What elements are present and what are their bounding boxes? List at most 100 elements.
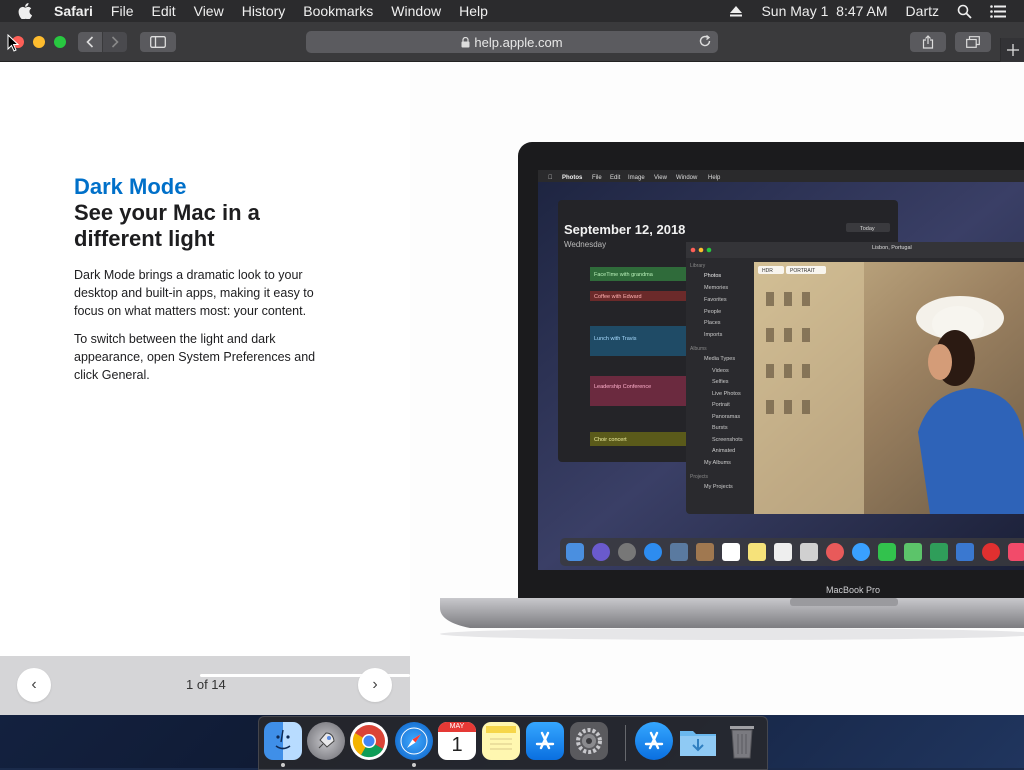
- dock-launchpad[interactable]: [307, 722, 345, 760]
- slide-counter: 1 of 14: [186, 677, 226, 692]
- dock-notes[interactable]: [482, 722, 520, 760]
- dock-finder[interactable]: [264, 722, 302, 760]
- show-sidebar-button[interactable]: [140, 32, 176, 52]
- lock-icon: [461, 36, 470, 48]
- photos-menu-window: Window: [676, 175, 698, 181]
- url-text: help.apple.com: [474, 34, 563, 50]
- apple-menu-icon[interactable]: [18, 3, 38, 19]
- calendar-event-lunch: Lunch with Travis: [594, 336, 637, 342]
- page-content: Dark Mode See your Mac in a different li…: [0, 62, 1024, 715]
- finder-running-indicator: [281, 763, 285, 767]
- menu-safari[interactable]: Safari: [54, 3, 93, 19]
- dock-calendar[interactable]: MAY 1: [438, 722, 476, 760]
- calendar-event-coffee: Coffee with Edward: [594, 294, 642, 300]
- photos-sidebar-projects: Projects: [690, 474, 709, 480]
- photos-menu-view: View: [654, 175, 668, 181]
- rocket-icon: [318, 732, 335, 749]
- new-tab-button[interactable]: [1000, 38, 1024, 62]
- gallery-controls: ‹ 1 of 14 ›: [0, 656, 410, 715]
- article-paragraph-1: Dark Mode brings a dramatic look to your…: [74, 268, 314, 318]
- spotlight-search-icon[interactable]: [957, 4, 972, 19]
- article-text: Dark Mode See your Mac in a different li…: [74, 174, 334, 384]
- photos-menu-help: Help: [708, 175, 721, 181]
- tabs-overview-icon: [966, 36, 980, 48]
- svg-text:: : [548, 174, 553, 181]
- back-button[interactable]: [78, 32, 102, 52]
- photos-sidebar-media-types: Media Types: [704, 356, 735, 362]
- reload-icon[interactable]: [698, 34, 712, 51]
- menu-history[interactable]: History: [242, 3, 286, 19]
- photos-sidebar-portrait: Portrait: [712, 402, 730, 408]
- minimize-window-button[interactable]: [33, 36, 45, 48]
- menu-edit[interactable]: Edit: [151, 3, 175, 19]
- calendar-event-conference: Leadership Conference: [594, 384, 651, 390]
- downloads-folder-icon: [680, 731, 716, 756]
- calendar-month: MAY: [438, 722, 476, 732]
- photos-sidebar-animated: Animated: [712, 448, 735, 454]
- trash-icon: [730, 726, 754, 759]
- eject-icon[interactable]: [729, 5, 743, 17]
- menu-help[interactable]: Help: [459, 3, 488, 19]
- photos-menu-title: Photos: [562, 175, 583, 181]
- macbook-dark-mode-illustration:  Photos File Edit Image View Window Hel…: [440, 142, 1024, 640]
- share-icon: [922, 35, 934, 49]
- dock-app-store[interactable]: [526, 722, 564, 760]
- previous-slide-button[interactable]: ‹: [17, 668, 51, 702]
- notification-center-icon[interactable]: [990, 4, 1006, 18]
- menu-bookmarks[interactable]: Bookmarks: [303, 3, 373, 19]
- photo-badge-hdr: HDR: [762, 268, 773, 274]
- photos-sidebar-bursts: Bursts: [712, 425, 728, 431]
- dock-app-store-downloads[interactable]: [635, 722, 673, 760]
- photos-menu-file: File: [592, 175, 602, 181]
- photos-sidebar-memories: Memories: [704, 285, 728, 291]
- compass-icon: [400, 727, 428, 755]
- photos-sidebar-photos: Photos: [704, 273, 721, 279]
- calendar-weekday: Wednesday: [564, 240, 606, 249]
- finder-icon: [275, 729, 291, 750]
- photos-sidebar-screenshots: Screenshots: [712, 437, 743, 443]
- next-slide-button[interactable]: ›: [358, 668, 392, 702]
- chrome-icon: [352, 725, 385, 758]
- dock-system-preferences[interactable]: [570, 722, 608, 760]
- menu-window[interactable]: Window: [391, 3, 441, 19]
- clock[interactable]: Sun May 1 8:47 AM: [761, 3, 887, 19]
- sidebar-icon: [150, 36, 166, 48]
- photos-menu-edit: Edit: [610, 175, 621, 181]
- mouse-cursor-icon: [7, 34, 19, 52]
- dock-separator: [625, 725, 626, 761]
- menu-bar: Safari File Edit View History Bookmarks …: [0, 0, 1024, 22]
- chevron-left-icon: [86, 36, 94, 48]
- chevron-right-icon: [111, 36, 119, 48]
- photos-sidebar-library: Library: [690, 263, 706, 269]
- menu-view[interactable]: View: [194, 3, 224, 19]
- calendar-event-choir: Choir concert: [594, 437, 627, 443]
- photos-sidebar-videos: Videos: [712, 368, 729, 374]
- dock-chrome[interactable]: [350, 722, 388, 760]
- menu-file[interactable]: File: [111, 3, 134, 19]
- photos-sidebar-live-photos: Live Photos: [712, 391, 741, 397]
- browser-toolbar: help.apple.com: [0, 22, 1024, 62]
- app-store-icon: [644, 731, 664, 750]
- zoom-window-button[interactable]: [54, 36, 66, 48]
- plus-icon: [1007, 44, 1019, 56]
- article-eyebrow: Dark Mode: [74, 174, 187, 199]
- share-button[interactable]: [910, 32, 946, 52]
- show-tabs-button[interactable]: [955, 32, 991, 52]
- address-bar[interactable]: help.apple.com: [306, 31, 718, 53]
- dock-downloads-folder[interactable]: [679, 722, 717, 760]
- dock-safari[interactable]: [395, 722, 433, 760]
- user-name[interactable]: Dartz: [906, 3, 939, 19]
- calendar-date: September 12, 2018: [564, 222, 685, 237]
- gear-icon: [576, 728, 602, 754]
- dock-trash[interactable]: [723, 722, 761, 760]
- photos-sidebar-people: People: [704, 309, 721, 315]
- photos-sidebar-albums: Albums: [690, 346, 707, 352]
- photos-sidebar-selfies: Selfies: [712, 379, 729, 385]
- photos-sidebar-places: Places: [704, 320, 721, 326]
- dock: MAY 1: [258, 716, 768, 770]
- photos-menu-image: Image: [628, 175, 645, 181]
- forward-button[interactable]: [103, 32, 127, 52]
- notes-icon: [486, 726, 516, 750]
- calendar-today-button: Today: [860, 226, 875, 232]
- photos-sidebar-panoramas: Panoramas: [712, 414, 740, 420]
